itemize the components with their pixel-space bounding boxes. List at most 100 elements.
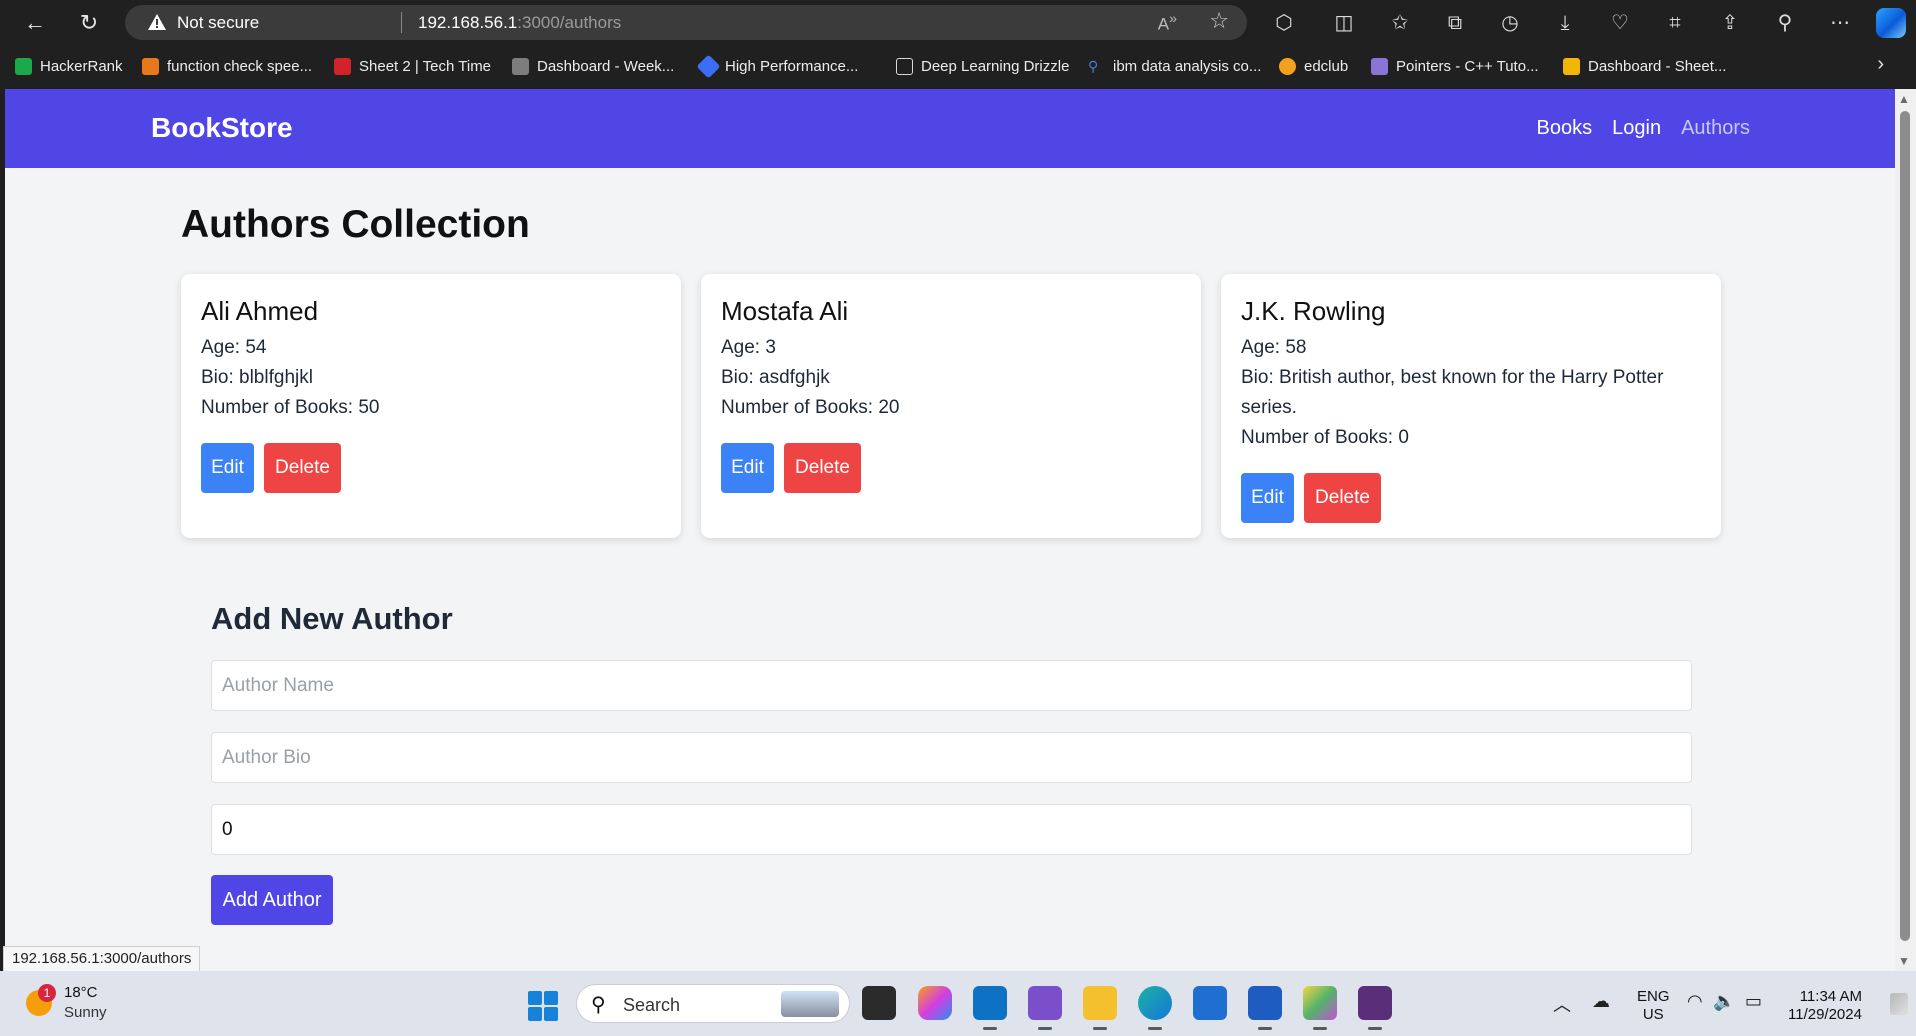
scroll-up-arrow-icon[interactable]: ▲ [1898, 92, 1910, 106]
author-bio-input[interactable] [211, 732, 1692, 783]
word-icon[interactable] [1248, 986, 1282, 1030]
author-book-count: Number of Books: 0 [1241, 427, 1409, 448]
feedback-icon[interactable]: ⚲ [1771, 9, 1799, 37]
delete-button[interactable]: Delete [784, 443, 861, 493]
author-bio: Bio: blblfghjkl [201, 367, 313, 388]
extensions-icon[interactable]: ⬡ [1270, 9, 1298, 37]
chevron-right-icon[interactable]: › [1877, 53, 1884, 76]
book-count-input[interactable] [211, 804, 1692, 855]
author-name-input[interactable] [211, 660, 1692, 711]
onedrive-cloud-icon[interactable]: ☁ [1592, 991, 1610, 1012]
microsoft-store-icon[interactable] [1193, 986, 1227, 1020]
visual-studio-icon[interactable] [1028, 986, 1062, 1030]
task-view-icon[interactable] [862, 986, 896, 1020]
copilot-icon[interactable] [1876, 8, 1906, 38]
browser-essentials-icon[interactable]: ♡ [1606, 9, 1634, 37]
bookmark-favicon-icon [334, 57, 351, 75]
copilot-app-icon[interactable] [918, 986, 952, 1020]
bookmark-item[interactable]: Dashboard - Sheet... [1563, 55, 1726, 77]
system-clock[interactable]: 11:34 AM 11/29/2024 [1788, 988, 1862, 1024]
bookmark-label: Deep Learning Drizzle [921, 57, 1070, 75]
scrollbar-thumb[interactable] [1900, 111, 1910, 941]
language-code: ENG [1637, 988, 1670, 1005]
address-bar[interactable]: Not secure 192.168.56.1:3000/authors A» … [125, 5, 1247, 40]
notification-badge: 1 [38, 984, 56, 1002]
bookmark-label: HackerRank [40, 57, 123, 75]
downloads-icon[interactable]: ⤓ [1551, 9, 1579, 37]
bookmark-label: edclub [1304, 57, 1349, 75]
taskbar-search[interactable]: ⚲ Search [576, 984, 850, 1023]
browser-chrome: ← ↻ Not secure 192.168.56.1:3000/authors… [0, 0, 1916, 89]
delete-button[interactable]: Delete [264, 443, 341, 493]
bookmark-label: Dashboard - Sheet... [1588, 57, 1727, 75]
url-host: 192.168.56.1 [418, 13, 518, 32]
terminal-icon[interactable] [1358, 986, 1392, 1030]
card-actions: Edit Delete [1241, 473, 1701, 523]
bookmark-label: Pointers - C++ Tuto... [1396, 57, 1539, 75]
edit-button[interactable]: Edit [721, 443, 774, 493]
author-age: Age: 54 [201, 337, 267, 358]
nav-link-books[interactable]: Books [1537, 117, 1593, 140]
input-language[interactable]: ENG US [1637, 988, 1670, 1024]
url-path: :3000/authors [517, 13, 622, 32]
volume-icon[interactable]: 🔈 [1713, 991, 1735, 1012]
vscode-icon[interactable] [973, 986, 1007, 1030]
bookmark-item[interactable]: High Performance... [696, 53, 859, 79]
bookmark-item[interactable]: Deep Learning Drizzle [896, 55, 1069, 77]
bookmark-item[interactable]: Dashboard - Week... [512, 55, 674, 77]
brand-logo[interactable]: BookStore [151, 112, 293, 144]
bookmark-item[interactable]: Sheet 2 | Tech Time [334, 55, 491, 77]
author-age: Age: 3 [721, 337, 776, 358]
edit-button[interactable]: Edit [1241, 473, 1294, 523]
battery-icon[interactable]: ▭ [1745, 991, 1762, 1012]
site-navbar: BookStore Books Login Authors [5, 89, 1895, 168]
author-name: J.K. Rowling [1241, 296, 1386, 326]
scroll-down-arrow-icon[interactable]: ▼ [1898, 954, 1910, 968]
security-label[interactable]: Not secure [177, 13, 259, 33]
bookmark-label: High Performance... [725, 57, 859, 75]
bookmark-item[interactable]: edclub [1279, 55, 1348, 77]
bookmark-favicon-icon [142, 57, 159, 75]
author-card: Mostafa Ali Age: 3 Bio: asdfghjk Number … [701, 274, 1201, 538]
page-scrollbar[interactable]: ▲ ▼ [1895, 89, 1916, 971]
nav-link-login[interactable]: Login [1612, 117, 1661, 140]
notification-center-icon[interactable] [1890, 993, 1908, 1015]
link-status-url: 192.168.56.1:3000/authors [3, 946, 201, 972]
browser-toolbar: ← ↻ Not secure 192.168.56.1:3000/authors… [0, 0, 1916, 45]
read-aloud-icon[interactable]: A» [1158, 11, 1177, 35]
author-card: J.K. Rowling Age: 58 Bio: British author… [1221, 274, 1721, 538]
windows-taskbar: 1 18°C Sunny ⚲ Search ︿ ☁ ENG US ◠ 🔈 ▭ 11… [0, 971, 1916, 1036]
nav-link-authors[interactable]: Authors [1681, 117, 1750, 140]
more-menu-icon[interactable]: ⋯ [1826, 9, 1854, 37]
favorite-star-icon[interactable]: ☆ [1209, 8, 1229, 34]
show-hidden-icons-icon[interactable]: ︿ [1553, 991, 1571, 1017]
favorites-icon[interactable]: ✩ [1386, 9, 1414, 37]
bookmark-favicon-icon [1279, 57, 1296, 75]
file-explorer-icon[interactable] [1083, 986, 1117, 1030]
bookmark-favicon-icon [512, 57, 529, 75]
author-card: Ali Ahmed Age: 54 Bio: blblfghjkl Number… [181, 274, 681, 538]
split-screen-icon[interactable]: ◫ [1330, 9, 1358, 37]
author-age: Age: 58 [1241, 337, 1307, 358]
edit-button[interactable]: Edit [201, 443, 254, 493]
share-icon[interactable]: ⇪ [1716, 9, 1744, 37]
wifi-icon[interactable]: ◠ [1687, 991, 1703, 1012]
bookmark-favicon-icon: ⚲ [1088, 57, 1099, 74]
windows-start-icon[interactable] [528, 991, 558, 1021]
collections-icon[interactable]: ⧉ [1441, 9, 1469, 37]
bookmark-label: ibm data analysis co... [1113, 57, 1262, 75]
edge-browser-icon[interactable] [1138, 986, 1172, 1030]
add-author-button[interactable]: Add Author [211, 875, 333, 925]
bookmark-item[interactable]: ⚲ ibm data analysis co... [1088, 55, 1261, 77]
bookmark-item[interactable]: function check spee... [142, 55, 312, 77]
back-arrow-icon[interactable]: ← [20, 8, 50, 38]
refresh-icon[interactable]: ↻ [74, 8, 104, 38]
delete-button[interactable]: Delete [1304, 473, 1381, 523]
search-label: Search [623, 995, 681, 1015]
url-text[interactable]: 192.168.56.1:3000/authors [418, 13, 621, 33]
bookmark-item[interactable]: HackerRank [15, 55, 123, 77]
bookmark-item[interactable]: Pointers - C++ Tuto... [1371, 55, 1539, 77]
snipping-tool-icon[interactable] [1303, 986, 1337, 1030]
screenshot-icon[interactable]: ⌗ [1661, 9, 1689, 37]
history-icon[interactable]: ◷ [1496, 9, 1524, 37]
